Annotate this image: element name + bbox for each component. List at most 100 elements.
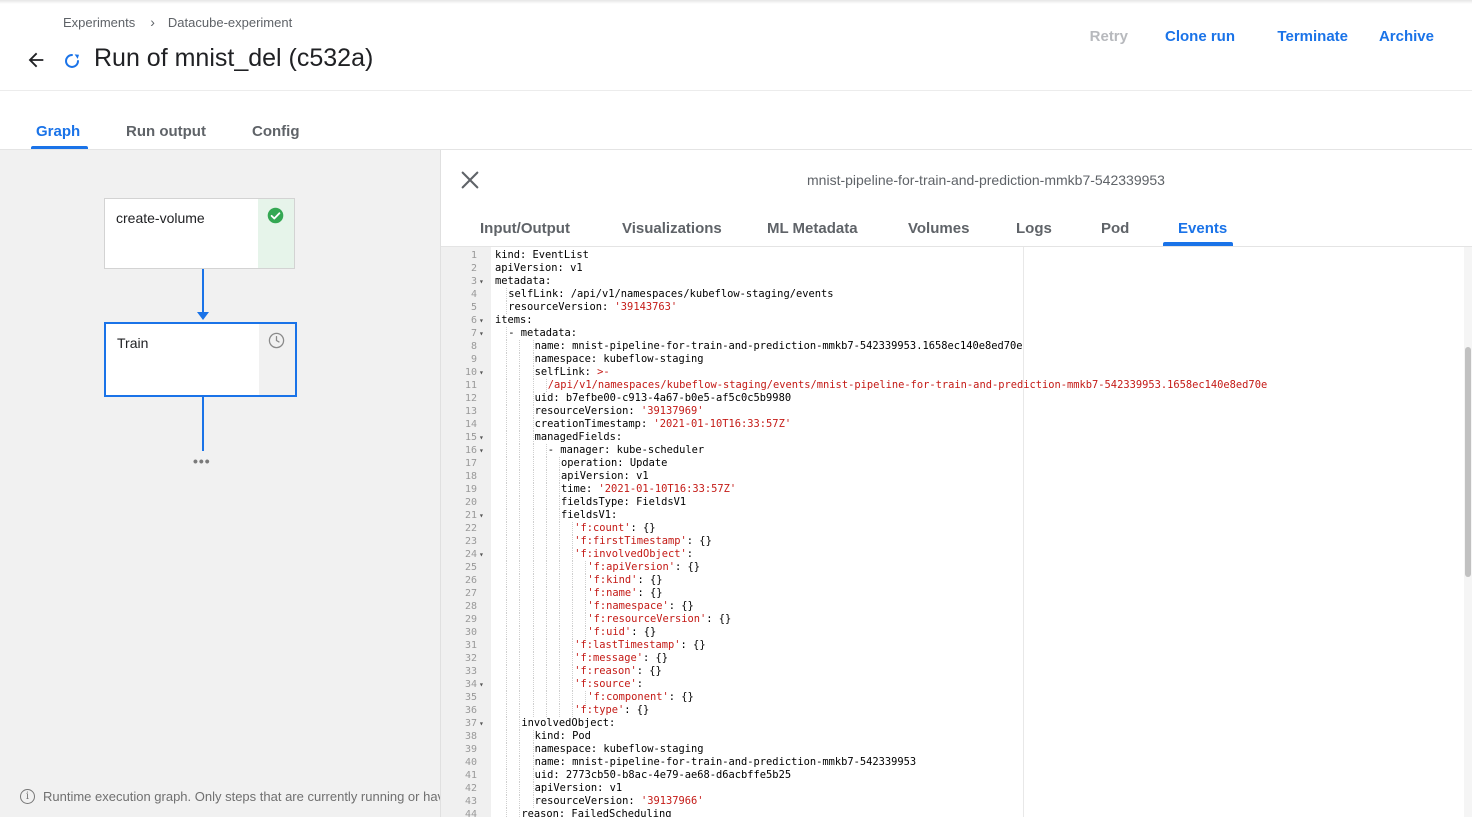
yaml-code-editor[interactable]: 1 kind: EventList 2 apiVersion: v1 3 ▾ metadat… [441, 247, 1472, 817]
code-text: fieldsV1: [561, 509, 617, 522]
indent-guide [559, 483, 560, 496]
line-number: 26 [464, 575, 477, 586]
graph-node-train[interactable]: Train [104, 322, 297, 397]
line-number: 25 [464, 562, 477, 573]
code-text: 'f:message': {} [574, 652, 668, 665]
indent-guide [545, 444, 547, 457]
indent-guide [506, 756, 508, 769]
tab-volumes[interactable]: Volumes [908, 220, 969, 237]
graph-footer-text: Runtime execution graph. Only steps that… [43, 789, 440, 804]
clone-run-button[interactable]: Clone run [1165, 28, 1235, 45]
code-token: : [636, 678, 644, 690]
line-number: 13 [464, 406, 477, 417]
indent-guide [532, 769, 534, 782]
line-number: 35 [464, 692, 477, 703]
indent-guide [506, 652, 508, 665]
indent-guide [532, 678, 534, 691]
code-token: : [686, 548, 694, 560]
tab-visualizations[interactable]: Visualizations [622, 220, 722, 237]
code-text: kind: Pod [535, 730, 591, 743]
indent-guide [519, 756, 521, 769]
code-token: : {} [637, 574, 663, 586]
code-line: 29 'f:resourceVersion': {} [441, 613, 1472, 626]
code-line: 26 'f:kind': {} [441, 574, 1472, 587]
code-token: : {} [668, 600, 694, 612]
fold-toggle-icon[interactable]: ▾ [479, 717, 484, 730]
code-line: 37 ▾ involvedObject: [441, 717, 1472, 730]
indent-guide [559, 509, 560, 522]
line-number: 28 [464, 601, 477, 612]
graph-node-create-volume[interactable]: create-volume [104, 198, 295, 269]
indent-guide [532, 600, 534, 613]
back-arrow-icon[interactable] [22, 46, 50, 74]
code-text: metadata: [495, 275, 551, 288]
fold-toggle-icon[interactable]: ▾ [479, 678, 484, 691]
code-token: : {} [624, 704, 650, 716]
indent-guide [585, 626, 587, 639]
line-number: 18 [464, 471, 477, 482]
graph-canvas[interactable]: create-volume Train ••• i Runtime execut… [0, 150, 440, 817]
retry-button[interactable]: Retry [1090, 28, 1128, 45]
fold-toggle-icon[interactable]: ▾ [479, 366, 484, 379]
tab-events[interactable]: Events [1178, 220, 1227, 237]
code-text: apiVersion: v1 [495, 262, 583, 275]
indent-guide [519, 691, 521, 704]
tab-pod[interactable]: Pod [1101, 220, 1129, 237]
code-token: - manager: kube-scheduler [547, 444, 705, 456]
breadcrumb-experiments[interactable]: Experiments [63, 15, 135, 30]
code-line: 25 'f:apiVersion': {} [441, 561, 1472, 574]
line-number: 17 [464, 458, 477, 469]
code-text: 'f:uid': {} [587, 626, 656, 639]
string-token: '39143763' [614, 301, 678, 313]
fold-toggle-icon[interactable]: ▾ [479, 314, 484, 327]
indent-guide [585, 613, 587, 626]
indent-guide [506, 691, 508, 704]
code-lines: 1 kind: EventList 2 apiVersion: v1 3 ▾ metadat… [441, 249, 1472, 817]
indent-guide [545, 626, 547, 639]
code-text: 'f:kind': {} [587, 574, 662, 587]
node-label: Train [117, 335, 149, 351]
tab-config[interactable]: Config [252, 123, 299, 140]
tab-input-output[interactable]: Input/Output [480, 220, 570, 237]
code-line: 39 namespace: kubeflow-staging [441, 743, 1472, 756]
line-number: 20 [464, 497, 477, 508]
tab-logs[interactable]: Logs [1016, 220, 1052, 237]
indent-guide [519, 600, 521, 613]
indent-guide [545, 561, 547, 574]
top-shadow [0, 0, 1472, 4]
breadcrumb: Experiments › Datacube-experiment [63, 14, 292, 30]
indent-guide [519, 379, 521, 392]
line-number: 29 [464, 614, 477, 625]
terminate-button[interactable]: Terminate [1277, 28, 1348, 45]
code-text: creationTimestamp: '2021-01-10T16:33:57Z… [535, 418, 792, 431]
indent-guide [532, 652, 534, 665]
code-line: 11/api/v1/namespaces/kubeflow-staging/ev… [441, 379, 1472, 392]
code-token: namespace: kubeflow-staging [534, 353, 704, 365]
indent-guide [545, 678, 547, 691]
code-token: selfLink: [534, 366, 598, 378]
tab-ml-metadata[interactable]: ML Metadata [767, 220, 858, 237]
clock-icon [268, 332, 285, 349]
fold-toggle-icon[interactable]: ▾ [479, 431, 484, 444]
line-number: 5 [470, 302, 477, 313]
tab-run-output[interactable]: Run output [126, 123, 206, 140]
breadcrumb-experiment[interactable]: Datacube-experiment [168, 15, 292, 30]
fold-toggle-icon[interactable]: ▾ [479, 548, 484, 561]
line-number: 22 [464, 523, 477, 534]
fold-toggle-icon[interactable]: ▾ [479, 275, 484, 288]
indent-guide [532, 418, 534, 431]
code-token: managedFields: [534, 431, 623, 443]
scrollbar-thumb[interactable] [1465, 347, 1471, 577]
code-text: 'f:type': {} [574, 704, 649, 717]
code-token: uid: 2773cb50-b8ac-4e79-ae68-d6acbffe5b2… [534, 769, 792, 781]
editor-scrollbar[interactable] [1464, 247, 1472, 817]
code-text: - metadata: [508, 327, 577, 340]
fold-toggle-icon[interactable]: ▾ [479, 444, 484, 457]
code-line: 18 apiVersion: v1 [441, 470, 1472, 483]
fold-toggle-icon[interactable]: ▾ [479, 509, 484, 522]
indent-guide [506, 535, 508, 548]
fold-toggle-icon[interactable]: ▾ [479, 327, 484, 340]
tab-graph[interactable]: Graph [36, 123, 80, 140]
archive-button[interactable]: Archive [1379, 28, 1434, 45]
indent-guide [572, 600, 574, 613]
